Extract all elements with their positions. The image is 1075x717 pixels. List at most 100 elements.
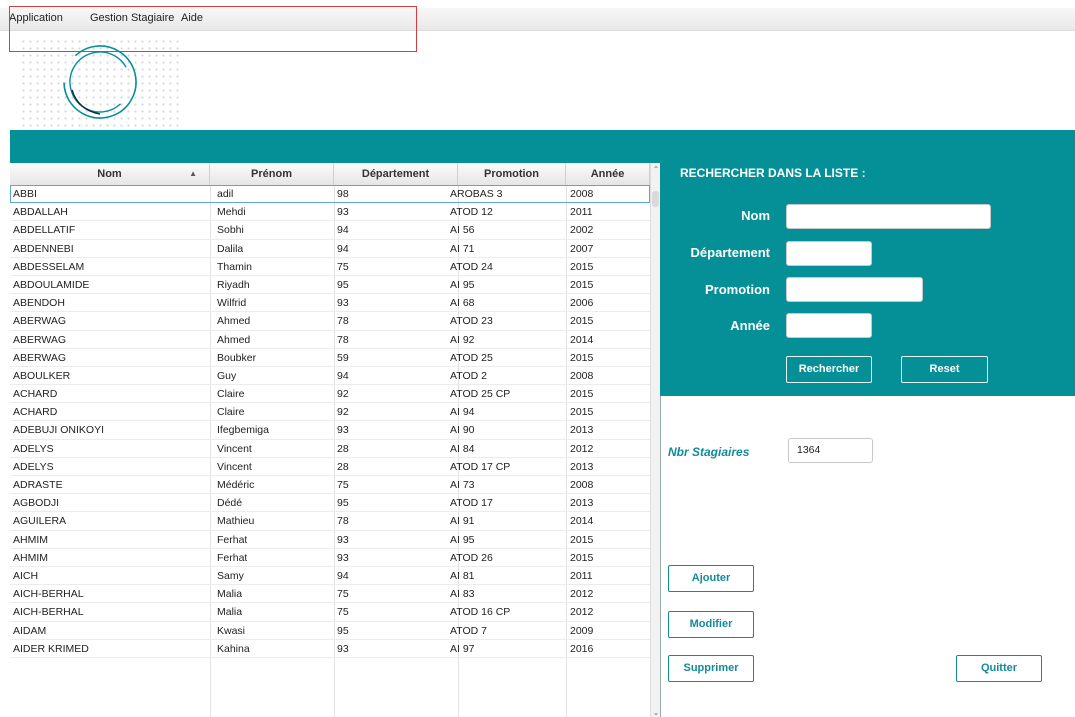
table-row[interactable]: AHMIM Ferhat 93 AI 95 2015 bbox=[10, 531, 650, 549]
table-cell: 2015 bbox=[570, 533, 594, 546]
table-cell: Vincent bbox=[217, 442, 252, 455]
table-cell: ATOD 17 CP bbox=[450, 460, 511, 473]
ajouter-button[interactable]: Ajouter bbox=[668, 565, 754, 592]
table-row[interactable]: ADELYS Vincent 28 AI 84 2012 bbox=[10, 440, 650, 458]
annee-input[interactable] bbox=[786, 313, 872, 338]
column-header-nom[interactable]: Nom ▲ bbox=[10, 163, 210, 185]
nom-input[interactable] bbox=[786, 204, 991, 229]
table-cell: AI 73 bbox=[450, 479, 475, 491]
table-cell: AIDER KRIMED bbox=[13, 642, 89, 655]
table-cell: Claire bbox=[217, 406, 245, 419]
table-cell: 95 bbox=[337, 278, 349, 291]
table-row[interactable]: ABERWAG Ahmed 78 AI 92 2014 bbox=[10, 331, 650, 349]
header-strip bbox=[10, 130, 1075, 163]
table-row[interactable]: ABENDOH Wilfrid 93 AI 68 2006 bbox=[10, 294, 650, 313]
table-cell: ADEBUJI ONIKOYI bbox=[13, 424, 105, 437]
table-row[interactable]: ADRASTE Médéric 75 AI 73 2008 bbox=[10, 476, 650, 495]
annee-label: Année bbox=[730, 318, 770, 333]
table-cell: Ferhat bbox=[217, 533, 248, 546]
promotion-input[interactable] bbox=[786, 277, 923, 302]
table-row[interactable]: AICH-BERHAL Malia 75 AI 83 2012 bbox=[10, 585, 650, 604]
table-cell: 93 bbox=[337, 424, 349, 437]
table-row[interactable]: AIDER KRIMED Kahina 93 AI 97 2016 bbox=[10, 640, 650, 658]
column-header-prenom[interactable]: Prénom bbox=[210, 163, 334, 185]
table-cell: 2011 bbox=[570, 206, 593, 219]
table-cell: ADRASTE bbox=[13, 479, 63, 491]
table-cell: ADELYS bbox=[13, 460, 54, 473]
table-row[interactable]: AIDAM Kwasi 95 ATOD 7 2009 bbox=[10, 622, 650, 640]
column-header-annee[interactable]: Année bbox=[566, 163, 650, 185]
table-cell: Mathieu bbox=[217, 515, 255, 528]
table-cell: AHMIM bbox=[13, 533, 48, 546]
table-cell: 98 bbox=[337, 188, 349, 200]
column-header-promotion[interactable]: Promotion bbox=[458, 163, 566, 185]
table-row[interactable]: ACHARD Claire 92 ATOD 25 CP 2015 bbox=[10, 385, 650, 404]
table-cell: AI 83 bbox=[450, 588, 475, 601]
table-cell: ADELYS bbox=[13, 442, 54, 455]
rechercher-button[interactable]: Rechercher bbox=[786, 356, 872, 383]
supprimer-button[interactable]: Supprimer bbox=[668, 655, 754, 682]
table-cell: 59 bbox=[337, 351, 349, 364]
table-row[interactable]: ADEBUJI ONIKOYI Ifegbemiga 93 AI 90 2013 bbox=[10, 421, 650, 440]
nbr-stagiaires-label: Nbr Stagiaires bbox=[668, 445, 750, 459]
table-cell: 2008 bbox=[570, 369, 594, 382]
table-cell: 2013 bbox=[570, 497, 594, 510]
table-cell: ATOD 24 bbox=[450, 260, 493, 273]
table-row[interactable]: AHMIM Ferhat 93 ATOD 26 2015 bbox=[10, 549, 650, 567]
table-row[interactable]: AICH-BERHAL Malia 75 ATOD 16 CP 2012 bbox=[10, 603, 650, 622]
table-cell: AI 81 bbox=[450, 569, 475, 582]
table-cell: Kwasi bbox=[217, 624, 246, 637]
column-header-departement[interactable]: Département bbox=[334, 163, 458, 185]
table-row[interactable]: ABERWAG Boubker 59 ATOD 25 2015 bbox=[10, 349, 650, 367]
promotion-label: Promotion bbox=[705, 282, 770, 297]
table-cell: ABDELLATIF bbox=[13, 224, 76, 237]
table-cell: ATOD 23 bbox=[450, 315, 493, 328]
quitter-button[interactable]: Quitter bbox=[956, 655, 1042, 682]
menu-gestion-stagiaire[interactable]: Gestion Stagiaire bbox=[90, 12, 174, 24]
scrollbar-thumb[interactable] bbox=[652, 191, 659, 207]
table-row[interactable]: ABBI adil 98 AROBAS 3 2008 bbox=[10, 185, 650, 204]
table-cell: 94 bbox=[337, 224, 349, 237]
table-row[interactable]: ABDELLATIF Sobhi 94 AI 56 2002 bbox=[10, 221, 650, 240]
table-cell: ABERWAG bbox=[13, 333, 67, 346]
table-row[interactable]: ACHARD Claire 92 AI 94 2015 bbox=[10, 403, 650, 422]
departement-input[interactable] bbox=[786, 241, 872, 266]
modifier-button[interactable]: Modifier bbox=[668, 611, 754, 638]
table-cell: ATOD 25 bbox=[450, 351, 493, 364]
table-cell: AICH-BERHAL bbox=[13, 588, 84, 601]
table-cell: 93 bbox=[337, 297, 349, 310]
table-cell: Ahmed bbox=[217, 333, 251, 346]
table-cell: 93 bbox=[337, 206, 349, 219]
table-cell: 93 bbox=[337, 551, 349, 564]
table-row[interactable]: ABDALLAH Mehdi 93 ATOD 12 2011 bbox=[10, 203, 650, 222]
table-cell: 78 bbox=[337, 333, 349, 346]
menu-bar: Application Gestion Stagiaire Aide bbox=[0, 8, 1075, 31]
table-cell: Riyadh bbox=[217, 278, 250, 291]
table-row[interactable]: ABOULKER Guy 94 ATOD 2 2008 bbox=[10, 367, 650, 386]
reset-button[interactable]: Reset bbox=[901, 356, 988, 383]
table-row[interactable]: ABERWAG Ahmed 78 ATOD 23 2015 bbox=[10, 312, 650, 331]
table-row[interactable]: AGUILERA Mathieu 78 AI 91 2014 bbox=[10, 512, 650, 531]
table-row[interactable]: ABDENNEBI Dalila 94 AI 71 2007 bbox=[10, 240, 650, 258]
table-cell: Sobhi bbox=[217, 224, 244, 237]
table-cell: 2015 bbox=[570, 315, 594, 328]
table-row[interactable]: AGBODJI Dédé 95 ATOD 17 2013 bbox=[10, 494, 650, 513]
menu-application[interactable]: Application bbox=[9, 12, 63, 24]
table-cell: Samy bbox=[217, 569, 244, 582]
table-cell: ABBI bbox=[13, 188, 37, 200]
vertical-scrollbar[interactable]: ⌃ ⌄ bbox=[650, 163, 660, 717]
table-cell: ACHARD bbox=[13, 388, 58, 401]
table-row[interactable]: ADELYS Vincent 28 ATOD 17 CP 2013 bbox=[10, 458, 650, 476]
column-header-label: Nom bbox=[97, 168, 122, 180]
table-cell: ABDALLAH bbox=[13, 206, 68, 219]
table-row[interactable]: ABDESSELAM Thamin 75 ATOD 24 2015 bbox=[10, 258, 650, 276]
table-cell: 28 bbox=[337, 460, 349, 473]
table-row[interactable]: AICH Samy 94 AI 81 2011 bbox=[10, 567, 650, 586]
nbr-stagiaires-value: 1364 bbox=[788, 438, 873, 463]
table-cell: 2014 bbox=[570, 333, 594, 346]
table-row[interactable]: ABDOULAMIDE Riyadh 95 AI 95 2015 bbox=[10, 276, 650, 295]
table-cell: 28 bbox=[337, 442, 349, 455]
table-cell: 2016 bbox=[570, 642, 594, 655]
menu-aide[interactable]: Aide bbox=[181, 12, 203, 24]
table-cell: Guy bbox=[217, 369, 237, 382]
